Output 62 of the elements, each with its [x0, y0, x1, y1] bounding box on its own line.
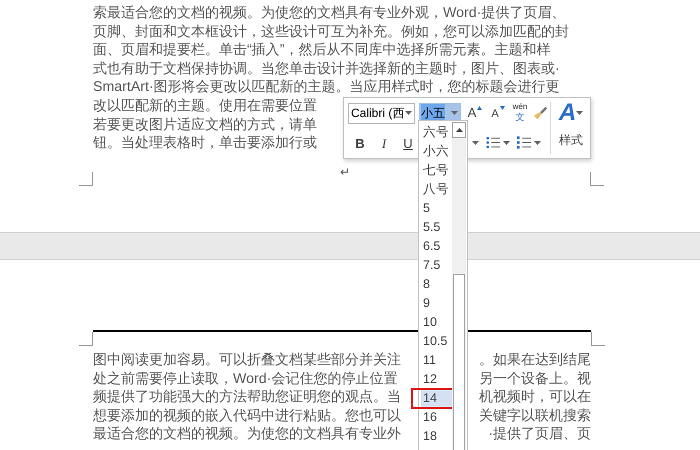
shrink-font-button[interactable]: A — [489, 103, 507, 123]
body-text: SmartArt·图形将会更改以匹配新的主题。当应用样式时，您的标题会进行更 — [93, 78, 560, 97]
crop-mark — [79, 172, 93, 186]
font-size-option[interactable]: 七号 — [421, 162, 453, 179]
body-text: 若要更改图片适应文档的方式，请单 — [93, 116, 317, 134]
font-size-option[interactable]: 14 — [421, 390, 453, 407]
font-size-option[interactable]: 12 — [421, 371, 453, 388]
numbered-list-icon[interactable] — [517, 136, 531, 149]
underline-button[interactable]: U — [402, 134, 414, 154]
grow-font-button[interactable]: A — [465, 103, 485, 123]
caret-icon — [472, 140, 479, 144]
up-triangle-icon — [477, 106, 482, 110]
body-text: 频提供了功能强大的方法帮助您证明您的观点。当 — [93, 388, 401, 407]
paragraph-mark: ↵ — [340, 164, 350, 181]
font-size-option[interactable]: 7.5 — [421, 257, 453, 274]
scroll-up-button[interactable] — [452, 122, 466, 138]
bulleted-list-icon[interactable] — [486, 136, 500, 149]
caret-icon — [405, 111, 412, 115]
font-size-option[interactable]: 8 — [421, 276, 453, 293]
body-text: 想要添加的视频的嵌入代码中进行粘贴。您也可以 — [93, 406, 401, 426]
body-text: 改以匹配新的主题。使用在需要位置 — [93, 96, 317, 116]
body-text: 索最适合您的文档的视频。为使您的文档具有专业外观，Word·提供了页眉、 — [93, 4, 566, 23]
body-text: 最适合您的文档的视频。为使您的文档具有专业外 — [93, 425, 401, 444]
body-text: 。如果在达到结尾 — [479, 351, 591, 370]
body-text: 处之前需要停止读取，Word·会记住您的停止位置 — [93, 370, 398, 388]
font-size-option[interactable]: 小六 — [421, 143, 453, 160]
up-arrow-icon — [456, 128, 462, 132]
font-size-option[interactable]: 5.5 — [421, 219, 453, 236]
body-text: 钮。当处理表格时，单击要添加行或 — [93, 134, 317, 153]
font-size-option[interactable]: 16 — [421, 409, 453, 426]
body-text: 另一个设备上。视 — [479, 370, 591, 388]
caret-icon — [451, 111, 458, 115]
crop-mark — [590, 172, 604, 186]
body-text: ·提供了页眉、页 — [488, 425, 591, 444]
font-size-option[interactable]: 八号 — [421, 181, 453, 198]
font-size-option[interactable]: 5 — [421, 200, 453, 217]
crop-mark — [591, 332, 605, 346]
font-size-option[interactable]: 9 — [421, 295, 453, 312]
font-size-option[interactable]: 6.5 — [421, 238, 453, 255]
font-name-field[interactable]: Calibri (西 — [348, 102, 415, 124]
body-text: 机视频时，可以在 — [479, 388, 591, 407]
body-text: 页脚、封面和文本框设计，这些设计可互为补充。例如，您可以添加匹配的封 — [93, 22, 569, 42]
font-size-option[interactable]: 11 — [421, 352, 453, 369]
caret-icon — [503, 140, 510, 144]
body-text: 关键字以联机搜索 — [479, 406, 591, 426]
bold-button[interactable]: B — [354, 134, 366, 154]
paintbrush-icon[interactable] — [533, 105, 549, 121]
body-text: 面、页眉和提要栏。单击“插入”，然后从不同库中选择所需元素。主题和样 — [93, 41, 550, 60]
italic-button[interactable]: I — [378, 134, 390, 154]
font-size-option[interactable]: 六号 — [421, 124, 453, 141]
body-text: 式也有助于文档保持协调。当您单击设计并选择新的主题时，图片、图表或· — [93, 60, 560, 78]
font-size-option[interactable]: 10 — [421, 314, 453, 331]
crop-mark — [79, 332, 93, 346]
scrollbar-thumb[interactable] — [453, 274, 465, 450]
phonetic-guide-button[interactable]: wén 文 — [511, 102, 529, 124]
down-triangle-icon — [500, 106, 505, 110]
styles-button[interactable]: A 样式 — [553, 100, 589, 156]
caret-icon — [576, 111, 584, 115]
font-size-option[interactable]: 10.5 — [421, 333, 453, 350]
font-size-option[interactable]: 18 — [421, 428, 453, 445]
caret-icon — [534, 140, 541, 144]
body-text: 图中阅读更加容易。可以折叠文档某些部分并关注 — [93, 351, 401, 370]
